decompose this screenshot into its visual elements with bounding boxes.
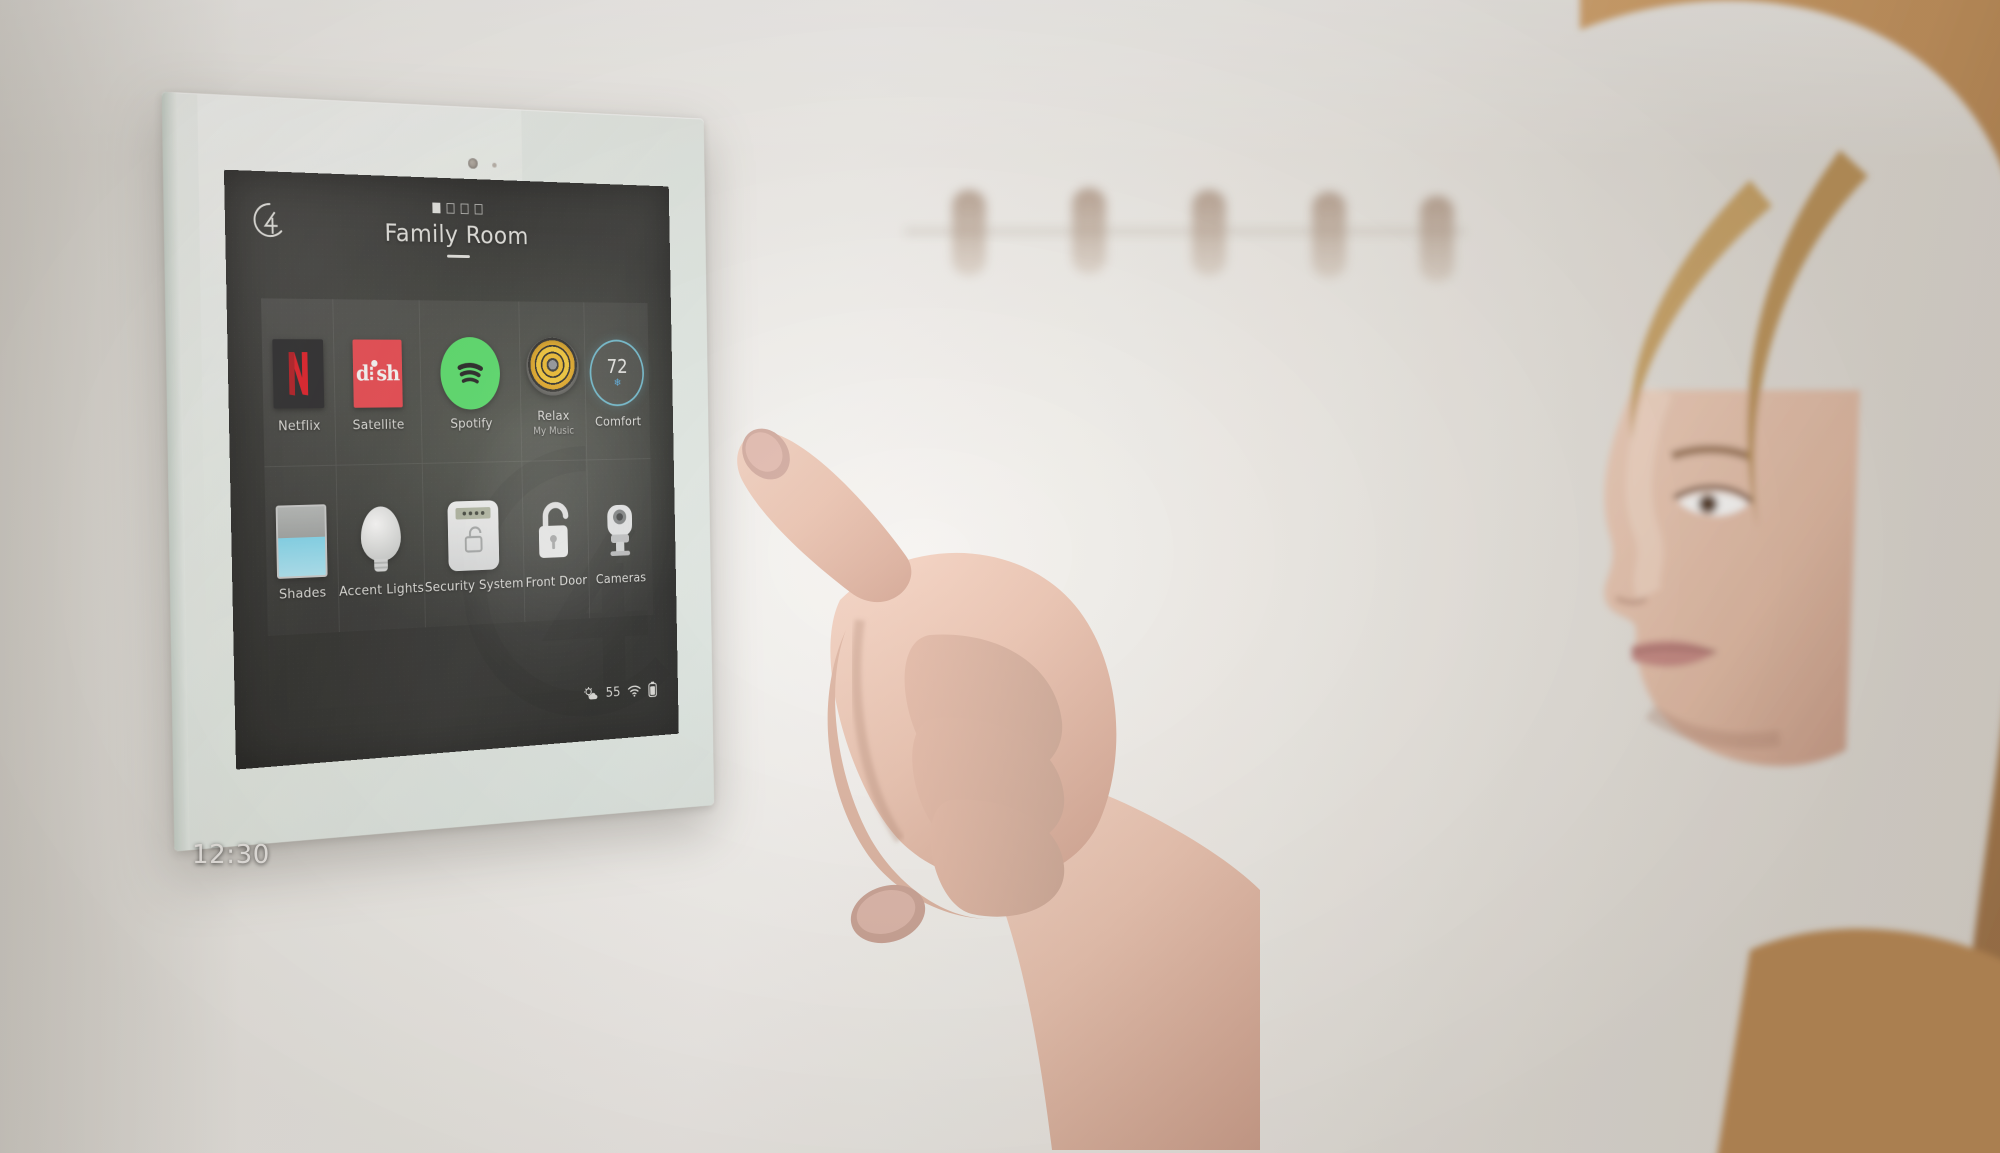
scene-vignette xyxy=(0,0,2000,1153)
photo-scene: Family Room Netflix xyxy=(0,0,2000,1153)
